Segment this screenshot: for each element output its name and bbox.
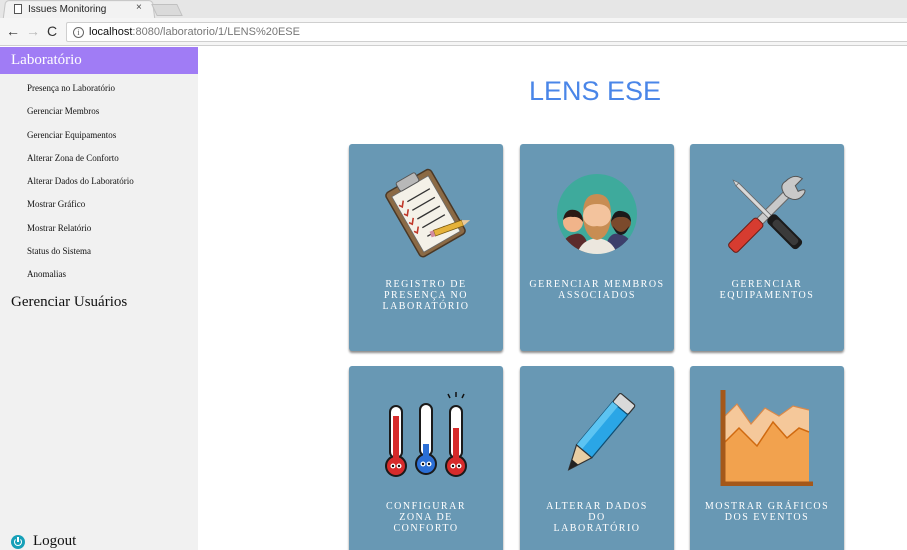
sidebar-item-zona-conforto[interactable]: Alterar Zona de Conforto [0, 147, 198, 170]
card-label: MOSTRAR GRÁFICOS DOS EVENTOS [704, 501, 830, 523]
sidebar-item-mostrar-grafico[interactable]: Mostrar Gráfico [0, 193, 198, 216]
card-label: GERENCIAR EQUIPAMENTOS [719, 279, 815, 301]
info-icon[interactable]: i [73, 26, 84, 38]
card-configurar-zona-conforto[interactable]: CONFIGURAR ZONA DE CONFORTO [349, 366, 503, 550]
browser-tabstrip: Issues Monitoring × [0, 0, 907, 19]
logout-button[interactable]: Logout [11, 533, 76, 550]
sidebar-item-status-sistema[interactable]: Status do Sistema [0, 240, 198, 263]
card-label: CONFIGURAR ZONA DE CONFORTO [385, 501, 466, 534]
area-chart-icon [720, 390, 813, 486]
page-icon [14, 4, 22, 14]
url-path: :8080/laboratorio/1/LENS%20ESE [132, 26, 300, 38]
card-alterar-dados-laboratorio[interactable]: ALTERAR DADOS DO LABORATÓRIO [520, 366, 674, 550]
forward-arrow-icon[interactable]: → [26, 24, 40, 38]
thermometers-icon [385, 392, 467, 477]
new-tab-button[interactable] [151, 4, 183, 16]
members-icon [557, 174, 637, 254]
sidebar-item-mostrar-relatorio[interactable]: Mostrar Relatório [0, 217, 198, 240]
card-label: REGISTRO DE PRESENÇA NO LABORATÓRIO [382, 279, 470, 312]
sidebar-menu: Presença no Laboratório Gerenciar Membro… [0, 77, 198, 287]
sidebar-item-gerenciar-usuarios[interactable]: Gerenciar Usuários [0, 291, 198, 313]
card-gerenciar-membros[interactable]: GERENCIAR MEMBROS ASSOCIADOS [520, 144, 674, 351]
clipboard-icon [385, 168, 471, 258]
power-icon [11, 534, 25, 549]
card-gerenciar-equipamentos[interactable]: GERENCIAR EQUIPAMENTOS [690, 144, 844, 351]
sidebar-item-presenca[interactable]: Presença no Laboratório [0, 77, 198, 100]
reload-icon[interactable]: C [47, 24, 57, 38]
sidebar-item-dados-laboratorio[interactable]: Alterar Dados do Laboratório [0, 170, 198, 193]
tab-close-icon[interactable]: × [136, 2, 142, 13]
browser-tab-content: Issues Monitoring [14, 2, 106, 16]
card-label: ALTERAR DADOS DO LABORATÓRIO [546, 501, 648, 534]
tab-title: Issues Monitoring [28, 3, 107, 15]
card-mostrar-graficos[interactable]: MOSTRAR GRÁFICOS DOS EVENTOS [690, 366, 844, 550]
url-text: localhost:8080/laboratorio/1/LENS%20ESE [89, 26, 300, 38]
tools-icon [728, 175, 806, 253]
logout-label: Logout [33, 533, 77, 549]
pencil-icon [567, 393, 636, 471]
back-arrow-icon[interactable]: ← [6, 24, 20, 38]
card-label: GERENCIAR MEMBROS ASSOCIADOS [529, 279, 665, 301]
sidebar: Laboratório Presença no Laboratório Gere… [0, 47, 198, 550]
url-host: localhost [89, 26, 133, 38]
browser-toolbar: ← → C i localhost:8080/laboratorio/1/LEN… [0, 18, 907, 46]
sidebar-header-laboratorio[interactable]: Laboratório [0, 47, 198, 74]
address-bar[interactable]: i localhost:8080/laboratorio/1/LENS%20ES… [66, 22, 907, 42]
sidebar-item-anomalias[interactable]: Anomalias [0, 263, 198, 286]
sidebar-item-gerenciar-membros[interactable]: Gerenciar Membros [0, 100, 198, 123]
sidebar-item-gerenciar-equipamentos[interactable]: Gerenciar Equipamentos [0, 124, 198, 147]
card-registro-presenca[interactable]: REGISTRO DE PRESENÇA NO LABORATÓRIO [349, 144, 503, 351]
page-title: LENS ESE [528, 76, 662, 106]
